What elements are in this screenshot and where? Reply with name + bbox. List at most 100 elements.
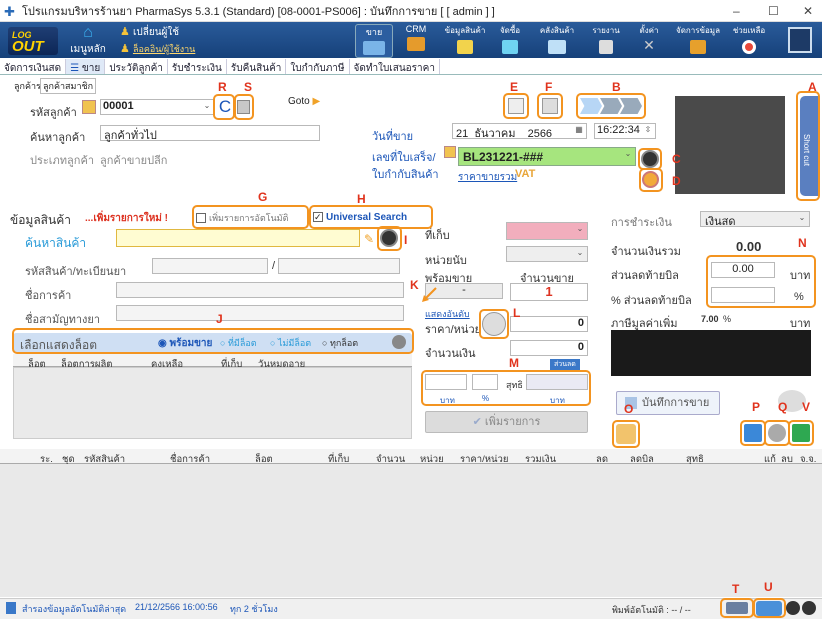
show-rank-link[interactable]: แสดงอันดับ xyxy=(425,307,470,321)
ribbon-report-button[interactable]: รายงาน xyxy=(587,24,625,58)
unit-price-field[interactable]: 0 xyxy=(510,316,588,332)
customer-card-icon xyxy=(82,100,96,114)
chevron-down-icon: ⌄ xyxy=(624,149,632,158)
registration-field[interactable] xyxy=(278,258,400,274)
ribbon-data-button[interactable]: จัดการข้อมูล xyxy=(673,24,723,58)
total-label: จำนวนเงินรวม xyxy=(611,246,681,258)
annotation-box-n xyxy=(706,255,816,308)
tab-history[interactable]: ประวัติลูกค้า xyxy=(105,59,168,74)
home-button[interactable]: ⌂ เมนูหลัก xyxy=(64,24,112,58)
main-tabs: จัดการเงินสด ☰ ขาย ประวัติลูกค้า รับชำระ… xyxy=(0,59,822,75)
ribbon-purchase-button[interactable]: จัดซื้อ xyxy=(493,24,527,58)
subtab-member[interactable]: ลูกค้าสมาชิก xyxy=(40,78,97,94)
tab-sale[interactable]: ☰ ขาย xyxy=(66,59,106,74)
lot-grid[interactable] xyxy=(13,367,412,439)
unit-select[interactable]: ⌄ xyxy=(506,246,588,262)
marker-t: T xyxy=(732,582,740,596)
tab-payment[interactable]: รับชำระเงิน xyxy=(168,59,227,74)
stock-icon xyxy=(548,40,566,54)
marker-o: O xyxy=(624,402,634,416)
tools-icon: ✕ xyxy=(643,37,655,53)
vat-badge: VAT xyxy=(515,168,536,180)
tab-quotation[interactable]: จัดทำใบเสนอราคา xyxy=(350,59,440,74)
save-sale-label: บันทึกการขาย xyxy=(642,397,710,409)
marker-q: Q xyxy=(778,400,788,414)
maximize-button[interactable]: ☐ xyxy=(768,4,779,18)
sale-time-field[interactable]: 16:22:34 ⇳ xyxy=(594,123,656,139)
home-icon: ⌂ xyxy=(83,24,93,41)
tab-cash[interactable]: จัดการเงินสด xyxy=(0,59,67,74)
tab-tax-invoice[interactable]: ใบกำกับภาษี xyxy=(286,59,350,74)
arrow-right-icon: ▶ xyxy=(309,96,321,107)
ribbon-label: CRM xyxy=(405,24,427,34)
bill-discount-label: ส่วนลดท้ายบิล xyxy=(611,270,679,282)
customer-type-label: ประเภทลูกค้า xyxy=(30,155,94,167)
add-item-button[interactable]: ✔ เพิ่มรายการ xyxy=(425,411,588,433)
tab-return[interactable]: รับคืนสินค้า xyxy=(227,59,287,74)
close-button[interactable]: ✕ xyxy=(803,4,813,18)
backup-text: สำรองข้อมูลอัตโนมัติล่าสุด xyxy=(22,604,127,614)
ribbon-sell-button[interactable]: ขาย xyxy=(355,24,393,58)
marker-j: J xyxy=(216,312,223,326)
product-icon xyxy=(457,40,473,54)
chevron-down-icon: ⌄ xyxy=(203,101,211,110)
app-icon: ✚ xyxy=(4,4,15,19)
ribbon-label: รายงาน xyxy=(592,26,620,35)
ribbon-label: ช่วยเหลือ xyxy=(732,26,766,35)
check-circle-icon: ✔ xyxy=(472,416,482,428)
list-icon: ☰ xyxy=(70,63,80,74)
receipt-label: เลขที่ใบเสร็จ/ xyxy=(372,152,436,164)
ribbon-label: ขาย xyxy=(365,27,383,37)
new-item-label: ...เพิ่มรายการใหม่ ! xyxy=(85,213,168,224)
chevron-down-icon: ⌄ xyxy=(576,224,584,233)
ribbon-product-button[interactable]: ข้อมูลสินค้า xyxy=(443,24,487,58)
sale-year: 2566 xyxy=(527,128,553,140)
sale-date-field[interactable]: 21 ธันวาคม 2566 ▦ xyxy=(452,123,587,140)
payment-display xyxy=(611,330,811,376)
login-link[interactable]: ♟ ล็อคอิน/ผู้ใช้งาน xyxy=(120,42,230,56)
product-search-input[interactable] xyxy=(116,229,360,247)
quantity-field[interactable]: 1 xyxy=(510,283,588,301)
chevron-down-icon: ⌄ xyxy=(798,213,806,222)
generic-name-field[interactable] xyxy=(116,305,404,321)
marker-c: C xyxy=(672,152,681,166)
exit-window-button[interactable] xyxy=(788,27,812,53)
warehouse-select[interactable]: ⌄ xyxy=(506,222,588,240)
customer-search-field[interactable]: ลูกค้าทั่วไป xyxy=(100,125,320,142)
ribbon-help-button[interactable]: ช่วยเหลือ xyxy=(729,24,769,58)
customer-code-field[interactable]: 00001 ⌄ xyxy=(100,99,215,115)
goto-button[interactable]: Goto ▶ xyxy=(288,96,324,112)
discount-tag: ส่วนลด xyxy=(550,359,580,370)
customer-type-value: ลูกค้าขายปลีก xyxy=(100,155,168,167)
annotation-box-d xyxy=(639,168,663,192)
ribbon-settings-button[interactable]: ตั้งค่า ✕ xyxy=(631,24,667,58)
backup-icon xyxy=(6,602,16,614)
price-mode-link[interactable]: ราคาขายรวม xyxy=(458,170,517,185)
sale-date-label: วันที่ขาย xyxy=(372,131,414,143)
logout-button[interactable]: LOG OUT xyxy=(8,27,58,55)
receipt-number-field[interactable]: BL231221-### ⌄ xyxy=(458,147,636,166)
product-code-field[interactable] xyxy=(152,258,268,274)
home-label: เมนูหลัก xyxy=(70,44,106,55)
minimize-button[interactable]: – xyxy=(733,4,740,18)
info-r-icon[interactable] xyxy=(802,601,816,615)
backup-every: ทุก 2 ชั่วโมง xyxy=(230,604,278,614)
info-b-icon[interactable] xyxy=(786,601,800,615)
search-wand-icon[interactable]: ✎ xyxy=(364,232,376,246)
ribbon-stock-button[interactable]: คลังสินค้า xyxy=(535,24,579,58)
product-section-title: ข้อมูลสินค้า xyxy=(10,213,71,227)
customer-search-label: ค้นหาลูกค้า xyxy=(30,132,86,144)
marker-e: E xyxy=(510,80,519,94)
lifebuoy-icon xyxy=(742,40,756,54)
change-user-button[interactable]: ♟ เปลี่ยนผู้ใช้ xyxy=(120,25,230,41)
trade-name-field[interactable] xyxy=(116,282,404,298)
marker-n: N xyxy=(798,236,807,250)
items-grid[interactable] xyxy=(0,464,822,597)
marker-l: L xyxy=(513,306,521,320)
annotation-box-f xyxy=(537,93,563,119)
payment-method-select[interactable]: เงินสด ⌄ xyxy=(700,211,810,228)
amount-field: 0 xyxy=(510,340,588,356)
sale-month: ธันวาคม xyxy=(474,128,516,140)
sale-time: 16:22:34 xyxy=(597,124,640,136)
ribbon-crm-button[interactable]: CRM xyxy=(399,24,433,58)
